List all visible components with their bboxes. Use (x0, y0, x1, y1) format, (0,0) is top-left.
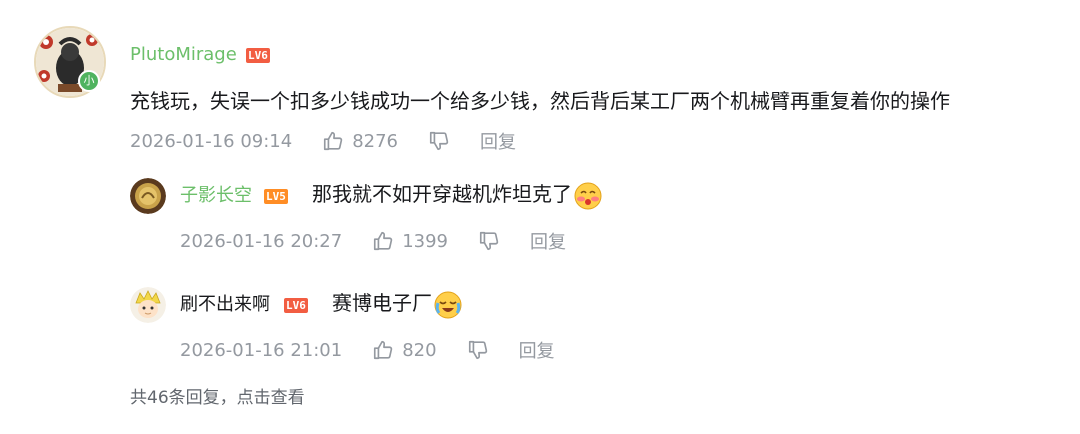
reply-text: 赛博电子厂 (332, 291, 432, 315)
reply-avatar[interactable] (130, 287, 166, 323)
thumbs-down-icon (468, 340, 487, 360)
like-count: 8276 (352, 130, 399, 152)
like-count: 820 (402, 339, 437, 361)
reply-button[interactable]: 回复 (519, 337, 555, 363)
reply-time: 2026-01-16 21:01 (180, 339, 343, 361)
comment-username[interactable]: PlutoMirage (130, 43, 237, 67)
reply-content: 那我就不如开穿越机炸坦克了 (312, 179, 602, 210)
thumbs-down-icon (429, 131, 449, 151)
dislike-button[interactable] (467, 339, 489, 361)
reply-username[interactable]: 子影长空 (180, 184, 252, 208)
comment-meta: 2026-01-16 09:14 8276 回复 (130, 128, 516, 154)
like-button[interactable]: 1399 (372, 230, 448, 252)
dislike-button[interactable] (478, 230, 500, 252)
thumbs-up-icon (374, 340, 393, 360)
reply-text: 那我就不如开穿越机炸坦克了 (312, 182, 572, 206)
level-badge: LV6 (246, 48, 270, 63)
level-badge: LV6 (284, 298, 308, 313)
reply-content: 赛博电子厂 (332, 288, 462, 319)
thumbs-up-icon (374, 231, 393, 251)
reply-meta: 2026-01-16 21:01 820 回复 (180, 337, 555, 363)
dislike-button[interactable] (428, 130, 450, 152)
avatar-badge: 小 (78, 70, 100, 92)
reply-button[interactable]: 回复 (480, 128, 516, 154)
crying-laugh-emoji-icon (434, 291, 462, 318)
reply-button[interactable]: 回复 (530, 228, 566, 254)
reply-avatar[interactable] (130, 178, 166, 214)
view-more-replies-link[interactable]: 共46条回复，点击查看 (130, 383, 305, 408)
reply-username[interactable]: 刷不出来啊 (180, 293, 270, 317)
thumbs-down-icon (479, 231, 499, 251)
thumbs-up-icon (324, 131, 343, 151)
reply-meta: 2026-01-16 20:27 1399 回复 (180, 228, 566, 254)
like-button[interactable]: 820 (372, 339, 437, 361)
like-count: 1399 (402, 230, 449, 252)
blush-emoji-icon (574, 182, 602, 209)
comment-time: 2026-01-16 09:14 (130, 130, 293, 152)
reply-time: 2026-01-16 20:27 (180, 230, 343, 252)
comment-content: 充钱玩，失误一个扣多少钱成功一个给多少钱，然后背后某工厂两个机械臂再重复着你的操… (130, 89, 950, 113)
like-button[interactable]: 8276 (322, 130, 398, 152)
level-badge: LV5 (264, 189, 288, 204)
avatar-badge-label: 小 (83, 74, 95, 87)
